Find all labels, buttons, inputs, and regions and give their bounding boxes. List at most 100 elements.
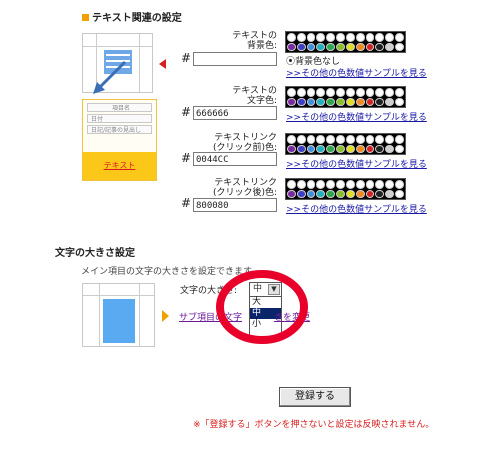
color-swatch[interactable]	[395, 97, 404, 106]
color-swatch[interactable]	[395, 33, 404, 42]
color-swatch[interactable]	[316, 144, 326, 153]
color-swatch[interactable]	[355, 33, 365, 42]
color-swatch[interactable]	[395, 88, 404, 97]
color-sample-link[interactable]: >>その他の色数値サンプルを見る	[286, 66, 427, 79]
color-swatch[interactable]	[375, 88, 385, 97]
color-swatch[interactable]	[385, 33, 395, 42]
color-swatch[interactable]	[326, 33, 336, 42]
color-swatch[interactable]	[365, 33, 375, 42]
color-swatch[interactable]	[296, 97, 306, 106]
color-swatch[interactable]	[385, 189, 395, 198]
color-swatch[interactable]	[385, 97, 395, 106]
color-swatch[interactable]	[336, 180, 345, 189]
color-swatch[interactable]	[287, 144, 296, 153]
link-color-input[interactable]: 0044CC	[193, 152, 277, 166]
color-swatch[interactable]	[395, 144, 404, 153]
color-swatch[interactable]	[385, 42, 395, 51]
color-swatch[interactable]	[365, 180, 375, 189]
text-color-input[interactable]: 666666	[193, 106, 277, 120]
color-swatch[interactable]	[345, 42, 355, 51]
color-swatch[interactable]	[306, 42, 316, 51]
color-swatch[interactable]	[306, 97, 316, 106]
visited-link-color-input[interactable]: 800080	[193, 198, 277, 212]
color-palette[interactable]	[285, 133, 406, 155]
color-swatch[interactable]	[385, 135, 395, 144]
color-swatch[interactable]	[326, 135, 336, 144]
color-swatch[interactable]	[336, 135, 345, 144]
color-swatch[interactable]	[385, 144, 395, 153]
color-swatch[interactable]	[375, 33, 385, 42]
color-swatch[interactable]	[336, 42, 345, 51]
color-swatch[interactable]	[296, 135, 306, 144]
color-swatch[interactable]	[287, 33, 296, 42]
color-palette[interactable]	[285, 86, 406, 108]
color-swatch[interactable]	[326, 97, 336, 106]
color-swatch[interactable]	[345, 33, 355, 42]
color-swatch[interactable]	[336, 97, 345, 106]
color-swatch[interactable]	[375, 135, 385, 144]
color-swatch[interactable]	[385, 180, 395, 189]
color-swatch[interactable]	[287, 189, 296, 198]
color-swatch[interactable]	[316, 180, 326, 189]
color-sample-link[interactable]: >>その他の色数値サンプルを見る	[286, 157, 427, 170]
color-swatch[interactable]	[385, 88, 395, 97]
color-swatch[interactable]	[375, 97, 385, 106]
color-swatch[interactable]	[326, 88, 336, 97]
register-button[interactable]: 登録する	[279, 387, 351, 407]
color-swatch[interactable]	[355, 144, 365, 153]
color-swatch[interactable]	[287, 180, 296, 189]
color-swatch[interactable]	[336, 33, 345, 42]
color-swatch[interactable]	[306, 180, 316, 189]
color-swatch[interactable]	[355, 88, 365, 97]
color-swatch[interactable]	[355, 42, 365, 51]
color-sample-link[interactable]: >>その他の色数値サンプルを見る	[286, 202, 427, 215]
color-swatch[interactable]	[375, 42, 385, 51]
color-swatch[interactable]	[365, 42, 375, 51]
color-swatch[interactable]	[287, 42, 296, 51]
color-swatch[interactable]	[326, 144, 336, 153]
color-swatch[interactable]	[345, 97, 355, 106]
color-swatch[interactable]	[365, 144, 375, 153]
color-swatch[interactable]	[316, 42, 326, 51]
color-swatch[interactable]	[345, 189, 355, 198]
color-swatch[interactable]	[306, 189, 316, 198]
color-swatch[interactable]	[316, 33, 326, 42]
color-swatch[interactable]	[336, 189, 345, 198]
color-swatch[interactable]	[316, 135, 326, 144]
color-swatch[interactable]	[345, 180, 355, 189]
color-palette[interactable]	[285, 31, 406, 53]
color-swatch[interactable]	[375, 189, 385, 198]
color-swatch[interactable]	[395, 189, 404, 198]
color-swatch[interactable]	[345, 88, 355, 97]
color-swatch[interactable]	[355, 189, 365, 198]
bg-color-input[interactable]	[193, 52, 277, 66]
color-palette[interactable]	[285, 178, 406, 200]
color-swatch[interactable]	[296, 33, 306, 42]
color-swatch[interactable]	[326, 180, 336, 189]
color-swatch[interactable]	[296, 88, 306, 97]
color-swatch[interactable]	[306, 88, 316, 97]
color-swatch[interactable]	[316, 88, 326, 97]
color-sample-link[interactable]: >>その他の色数値サンプルを見る	[286, 110, 427, 123]
color-swatch[interactable]	[336, 88, 345, 97]
color-swatch[interactable]	[355, 97, 365, 106]
color-swatch[interactable]	[296, 189, 306, 198]
color-swatch[interactable]	[296, 144, 306, 153]
color-swatch[interactable]	[375, 180, 385, 189]
color-swatch[interactable]	[375, 144, 385, 153]
color-swatch[interactable]	[326, 42, 336, 51]
color-swatch[interactable]	[306, 144, 316, 153]
color-swatch[interactable]	[355, 135, 365, 144]
color-swatch[interactable]	[395, 180, 404, 189]
color-swatch[interactable]	[365, 135, 375, 144]
color-swatch[interactable]	[365, 97, 375, 106]
color-swatch[interactable]	[395, 42, 404, 51]
color-swatch[interactable]	[326, 189, 336, 198]
color-swatch[interactable]	[345, 144, 355, 153]
color-swatch[interactable]	[287, 88, 296, 97]
color-swatch[interactable]	[395, 135, 404, 144]
color-swatch[interactable]	[316, 189, 326, 198]
color-swatch[interactable]	[345, 135, 355, 144]
color-swatch[interactable]	[287, 97, 296, 106]
color-swatch[interactable]	[355, 180, 365, 189]
